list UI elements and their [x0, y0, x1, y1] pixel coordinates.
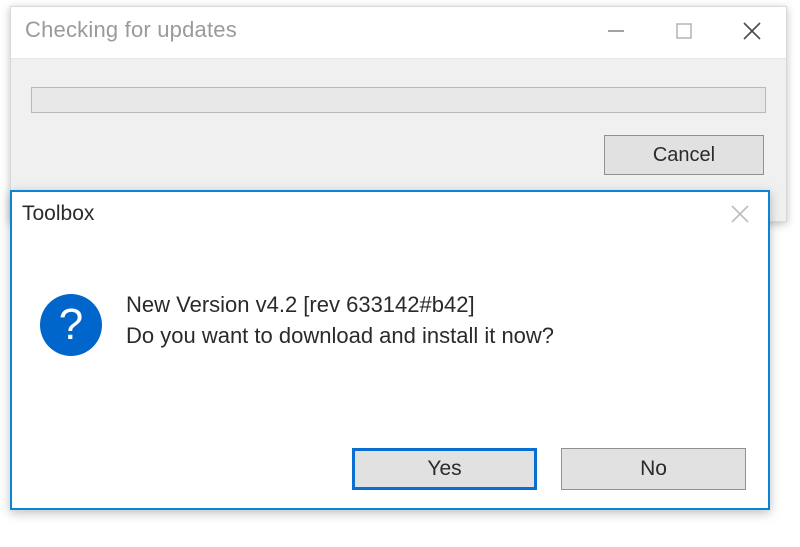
update-check-title: Checking for updates	[11, 7, 582, 43]
no-button[interactable]: No	[561, 448, 746, 490]
progress-area	[11, 59, 786, 113]
toolbox-message: New Version v4.2 [rev 633142#b42] Do you…	[102, 290, 554, 352]
question-mark-glyph: ?	[59, 303, 83, 347]
update-check-titlebar: Checking for updates	[11, 7, 786, 59]
cancel-button[interactable]: Cancel	[604, 135, 764, 175]
message-line-2: Do you want to download and install it n…	[126, 321, 554, 352]
message-line-1: New Version v4.2 [rev 633142#b42]	[126, 290, 554, 321]
yes-button[interactable]: Yes	[352, 448, 537, 490]
close-button[interactable]	[712, 192, 768, 236]
toolbox-dialog: Toolbox ? New Version v4.2 [rev 633142#b…	[10, 190, 770, 510]
maximize-button[interactable]	[650, 11, 718, 51]
toolbox-buttons: Yes No	[352, 448, 746, 490]
minimize-button[interactable]	[582, 11, 650, 51]
cancel-row: Cancel	[11, 113, 786, 175]
toolbox-titlebar: Toolbox	[12, 192, 768, 236]
toolbox-title: Toolbox	[12, 202, 712, 226]
window-controls	[582, 7, 786, 51]
question-icon: ?	[40, 294, 102, 356]
toolbox-body: ? New Version v4.2 [rev 633142#b42] Do y…	[12, 236, 768, 356]
close-button[interactable]	[718, 11, 786, 51]
progress-bar	[31, 87, 766, 113]
